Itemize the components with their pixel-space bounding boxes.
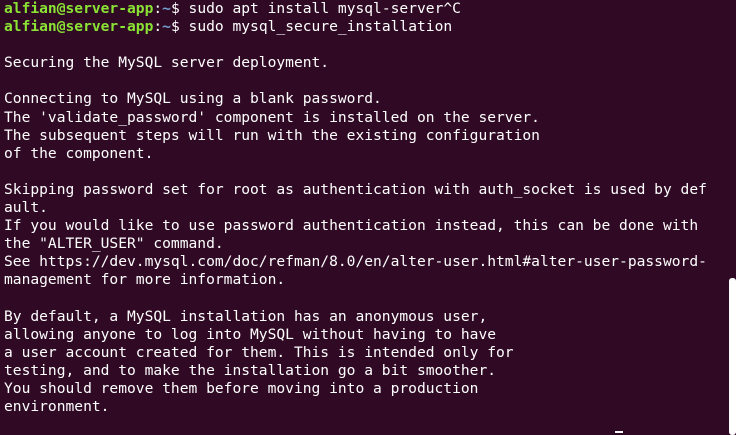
scrollbar-thumb[interactable]	[729, 278, 736, 435]
output-line: By default, a MySQL installation has an …	[4, 307, 488, 325]
prompt-path: ~	[162, 0, 171, 17]
output-line: The subsequent steps will run with the e…	[4, 126, 540, 144]
command-line-2: alfian@server-app:~$ sudo mysql_secure_i…	[4, 18, 453, 36]
prompt-user-host: alfian@server-app	[4, 0, 154, 17]
output-line: of the component.	[4, 144, 154, 162]
output-line: the "ALTER_USER" command.	[4, 235, 224, 253]
output-line: environment.	[4, 398, 110, 416]
text-cursor	[615, 431, 623, 433]
output-line: See https://dev.mysql.com/doc/refman/8.0…	[4, 253, 707, 271]
output-line: The 'validate_password' component is ins…	[4, 108, 540, 126]
prompt-symbol: $	[170, 0, 180, 17]
output-line: ault.	[4, 199, 48, 217]
output-line: testing, and to make the installation go…	[4, 361, 497, 379]
command-text: sudo mysql_secure_installation	[179, 18, 453, 36]
prompt-user-host: alfian@server-app	[4, 18, 154, 36]
output-line: Securing the MySQL server deployment.	[4, 54, 330, 72]
output-line: Connecting to MySQL using a blank passwo…	[4, 90, 382, 108]
output-line: You should remove them before moving int…	[4, 379, 479, 397]
output-line: Skipping password set for root as authen…	[4, 180, 707, 198]
output-line: a user account created for them. This is…	[4, 343, 514, 361]
output-line: allowing anyone to log into MySQL withou…	[4, 325, 497, 343]
terminal-window[interactable]: alfian@server-app:~$ sudo apt install my…	[0, 0, 736, 435]
prompt-symbol: $	[170, 18, 180, 36]
output-line: If you would like to use password authen…	[4, 217, 699, 235]
prompt-path: ~	[162, 18, 171, 36]
output-line: management for more information.	[4, 271, 286, 289]
command-text: sudo apt install mysql-server^C	[179, 0, 461, 17]
command-line-1: alfian@server-app:~$ sudo apt install my…	[4, 0, 461, 17]
